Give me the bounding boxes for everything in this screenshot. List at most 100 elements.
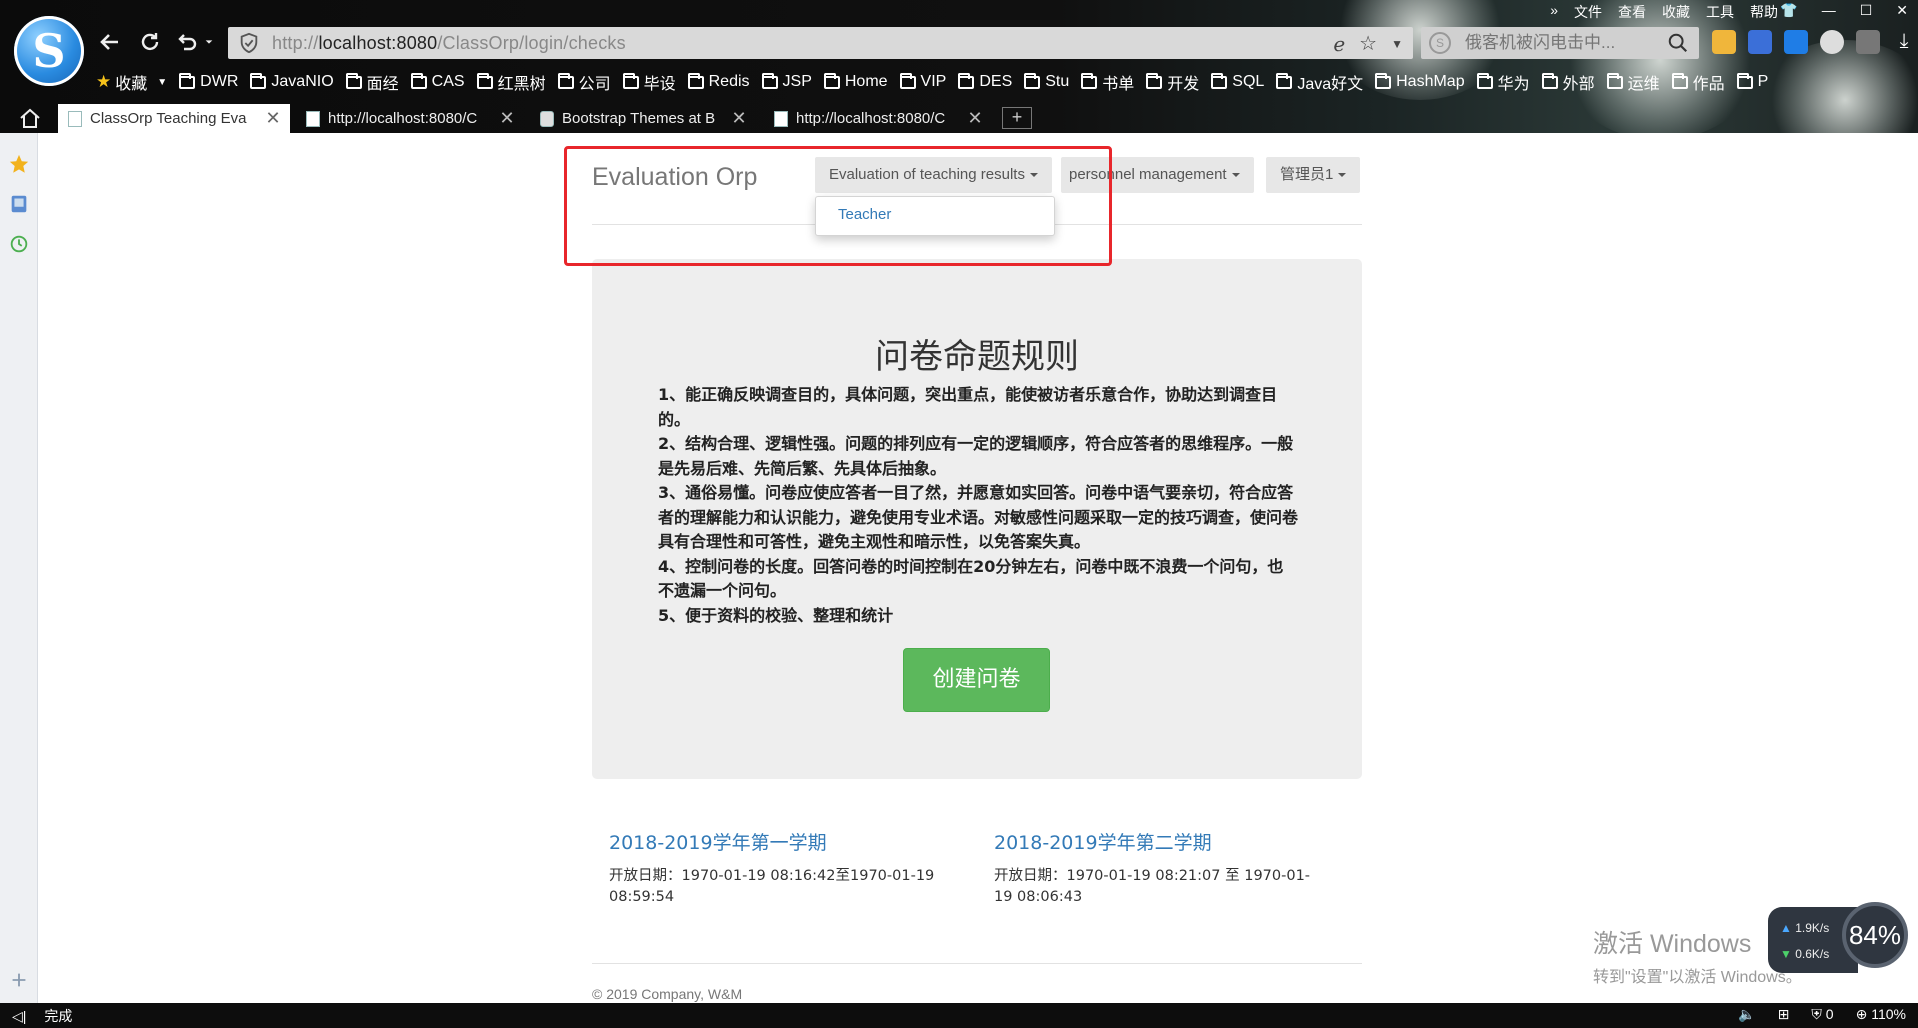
tab-close-icon[interactable]: ✕ bbox=[966, 108, 984, 129]
bookmark-folder[interactable]: P bbox=[1736, 70, 1768, 94]
caret-down-icon bbox=[1029, 173, 1038, 178]
tab-close-icon[interactable]: ✕ bbox=[730, 108, 748, 129]
maximize-icon[interactable]: ☐ bbox=[1860, 2, 1873, 19]
extension-shield-icon[interactable] bbox=[1784, 30, 1808, 54]
bookmark-folder[interactable]: 红黑树 bbox=[476, 70, 546, 94]
bookmark-folder[interactable]: SQL bbox=[1211, 70, 1264, 94]
close-icon[interactable]: ✕ bbox=[1896, 2, 1908, 19]
minimize-icon[interactable]: — bbox=[1822, 2, 1836, 19]
bookmark-folder[interactable]: 外部 bbox=[1541, 70, 1595, 94]
semester-link[interactable]: 2018-2019学年第一学期 bbox=[609, 828, 939, 855]
top-menu: » 文件 查看 收藏 工具 帮助 bbox=[1550, 2, 1778, 22]
menu-help[interactable]: 帮助 bbox=[1750, 2, 1778, 22]
tab-localhost-1[interactable]: http://localhost:8080/C ✕ bbox=[296, 104, 524, 133]
bookmark-favorites[interactable]: ★ 收藏 ▼ bbox=[96, 70, 167, 94]
ie-mode-icon[interactable]: e bbox=[1333, 32, 1345, 56]
undo-icon[interactable] bbox=[172, 27, 202, 57]
bookmark-folder[interactable]: Stu bbox=[1024, 70, 1069, 94]
bookmark-folder[interactable]: Java好文 bbox=[1276, 70, 1363, 94]
zoom-control[interactable]: ⊕ 110% bbox=[1856, 1006, 1906, 1023]
search-icon[interactable] bbox=[1667, 32, 1689, 54]
more-icon[interactable] bbox=[1820, 30, 1844, 54]
bookmark-folder[interactable]: 书单 bbox=[1081, 70, 1134, 94]
tab-classorp[interactable]: ClassOrp Teaching Eva ✕ bbox=[58, 104, 290, 133]
bookmark-folder[interactable]: Redis bbox=[687, 70, 750, 94]
folder-icon bbox=[1671, 72, 1688, 89]
home-icon[interactable] bbox=[18, 107, 42, 131]
bookmark-folder[interactable]: 毕设 bbox=[622, 70, 676, 94]
navbar-brand[interactable]: Evaluation Orp bbox=[592, 163, 757, 192]
address-bar[interactable]: http://localhost:8080/ClassOrp/login/che… bbox=[228, 27, 1413, 59]
caret-down-icon bbox=[1231, 173, 1240, 178]
bookmark-folder[interactable]: Home bbox=[823, 70, 888, 94]
folder-icon bbox=[958, 72, 975, 89]
menu-tools[interactable]: 工具 bbox=[1706, 2, 1734, 22]
sidebar-toggle-icon[interactable]: ◁| bbox=[12, 1008, 26, 1025]
download-icon[interactable]: ⤓ bbox=[1892, 30, 1916, 54]
tab-close-icon[interactable]: ✕ bbox=[498, 108, 516, 129]
volume-icon[interactable]: 🔈 bbox=[1738, 1006, 1755, 1023]
nav-evaluation-dropdown[interactable]: Evaluation of teaching results bbox=[815, 157, 1052, 193]
nav-personnel-dropdown[interactable]: personnel management bbox=[1061, 157, 1254, 193]
browser-logo[interactable]: S bbox=[14, 16, 84, 86]
search-box[interactable]: S bbox=[1421, 27, 1699, 59]
semester-card: 2018-2019学年第二学期 开放日期：1970-01-19 08:21:07… bbox=[994, 828, 1324, 908]
create-questionnaire-button[interactable]: 创建问卷 bbox=[903, 648, 1050, 712]
tab-localhost-2[interactable]: http://localhost:8080/C ✕ bbox=[764, 104, 992, 133]
bookmark-folder[interactable]: DES bbox=[958, 70, 1012, 94]
favorites-star-icon[interactable] bbox=[8, 153, 30, 175]
bookmark-folder[interactable]: 华为 bbox=[1476, 70, 1530, 94]
shield-status[interactable]: ⛨ 0 bbox=[1811, 1006, 1833, 1023]
nav-admin-dropdown[interactable]: 管理员1 bbox=[1266, 157, 1361, 193]
menu-icon[interactable] bbox=[1856, 30, 1880, 54]
tab-bootstrap-themes[interactable]: Bootstrap Themes at B ✕ bbox=[530, 104, 756, 133]
extension-icon[interactable] bbox=[1712, 30, 1736, 54]
bookmark-folder[interactable]: JSP bbox=[761, 70, 812, 94]
speed-gauge: 84% bbox=[1842, 902, 1908, 968]
url-text: http://localhost:8080/ClassOrp/login/che… bbox=[272, 32, 626, 53]
bookmark-folder[interactable]: 运维 bbox=[1606, 70, 1660, 94]
status-text: 完成 bbox=[44, 1008, 73, 1024]
status-bar: ◁| 完成 🔈 ⊞ ⛨ 0 ⊕ 110% bbox=[0, 1003, 1918, 1028]
bookmark-folder[interactable]: JavaNIO bbox=[250, 70, 334, 94]
bookmark-folder[interactable]: DWR bbox=[179, 70, 238, 94]
bookmark-folder[interactable]: 作品 bbox=[1671, 70, 1725, 94]
refresh-icon[interactable] bbox=[135, 27, 165, 57]
new-tab-button[interactable]: + bbox=[1002, 107, 1032, 129]
bookmark-folder[interactable]: HashMap bbox=[1375, 70, 1465, 94]
undo-dropdown-icon[interactable] bbox=[202, 27, 216, 57]
skin-icon[interactable]: 👕 bbox=[1780, 2, 1797, 19]
extension-status-icon[interactable]: ⊞ bbox=[1778, 1006, 1790, 1023]
menu-favorites[interactable]: 收藏 bbox=[1662, 2, 1690, 22]
search-input[interactable] bbox=[1465, 33, 1665, 53]
tab-close-icon[interactable]: ✕ bbox=[264, 108, 282, 129]
extension-icon[interactable] bbox=[1748, 30, 1772, 54]
bookmarks-bar: ★ 收藏 ▼ DWR JavaNIO 面经 CAS 红黑树 公司 毕设 Redis … bbox=[96, 70, 1780, 94]
network-speed-widget[interactable]: ▲ 1.9K/s ▼ 0.6K/s 84% bbox=[1768, 902, 1908, 982]
favorite-star-icon[interactable]: ☆ bbox=[1359, 31, 1377, 56]
menu-double-chevron-icon[interactable]: » bbox=[1550, 2, 1558, 22]
dropdown-item-teacher[interactable]: Teacher bbox=[816, 197, 1054, 233]
semester-dates: 开放日期：1970-01-19 08:16:42至1970-01-19 08:5… bbox=[609, 868, 935, 905]
history-clock-icon[interactable] bbox=[8, 233, 30, 255]
bookmark-folder[interactable]: 开发 bbox=[1146, 70, 1199, 94]
menu-view[interactable]: 查看 bbox=[1618, 2, 1646, 22]
add-sidebar-icon[interactable] bbox=[8, 969, 30, 991]
back-icon[interactable] bbox=[95, 27, 125, 57]
reading-list-icon[interactable] bbox=[8, 193, 30, 215]
folder-icon bbox=[1211, 72, 1228, 89]
semester-link[interactable]: 2018-2019学年第二学期 bbox=[994, 828, 1324, 855]
browser-sidebar bbox=[0, 133, 38, 1003]
tab-bar: ClassOrp Teaching Eva ✕ http://localhost… bbox=[0, 104, 1918, 133]
bookmark-folder[interactable]: CAS bbox=[410, 70, 465, 94]
bookmark-folder[interactable]: 公司 bbox=[557, 70, 611, 94]
folder-icon bbox=[1276, 72, 1293, 89]
bookmark-folder[interactable]: VIP bbox=[899, 70, 946, 94]
rule-item: 3、通俗易懂。问卷应使应答者一目了然，并愿意如实回答。问卷中语气要亲切，符合应答… bbox=[658, 483, 1299, 551]
folder-icon bbox=[345, 72, 362, 89]
rules-jumbotron: 问卷命题规则 1、能正确反映调查目的，具体问题，突出重点，能使被访者乐意合作，协… bbox=[592, 259, 1362, 779]
bookmark-folder[interactable]: 面经 bbox=[345, 70, 399, 94]
folder-icon bbox=[1606, 72, 1623, 89]
address-dropdown-icon[interactable]: ▼ bbox=[1391, 37, 1403, 51]
menu-file[interactable]: 文件 bbox=[1574, 2, 1602, 22]
